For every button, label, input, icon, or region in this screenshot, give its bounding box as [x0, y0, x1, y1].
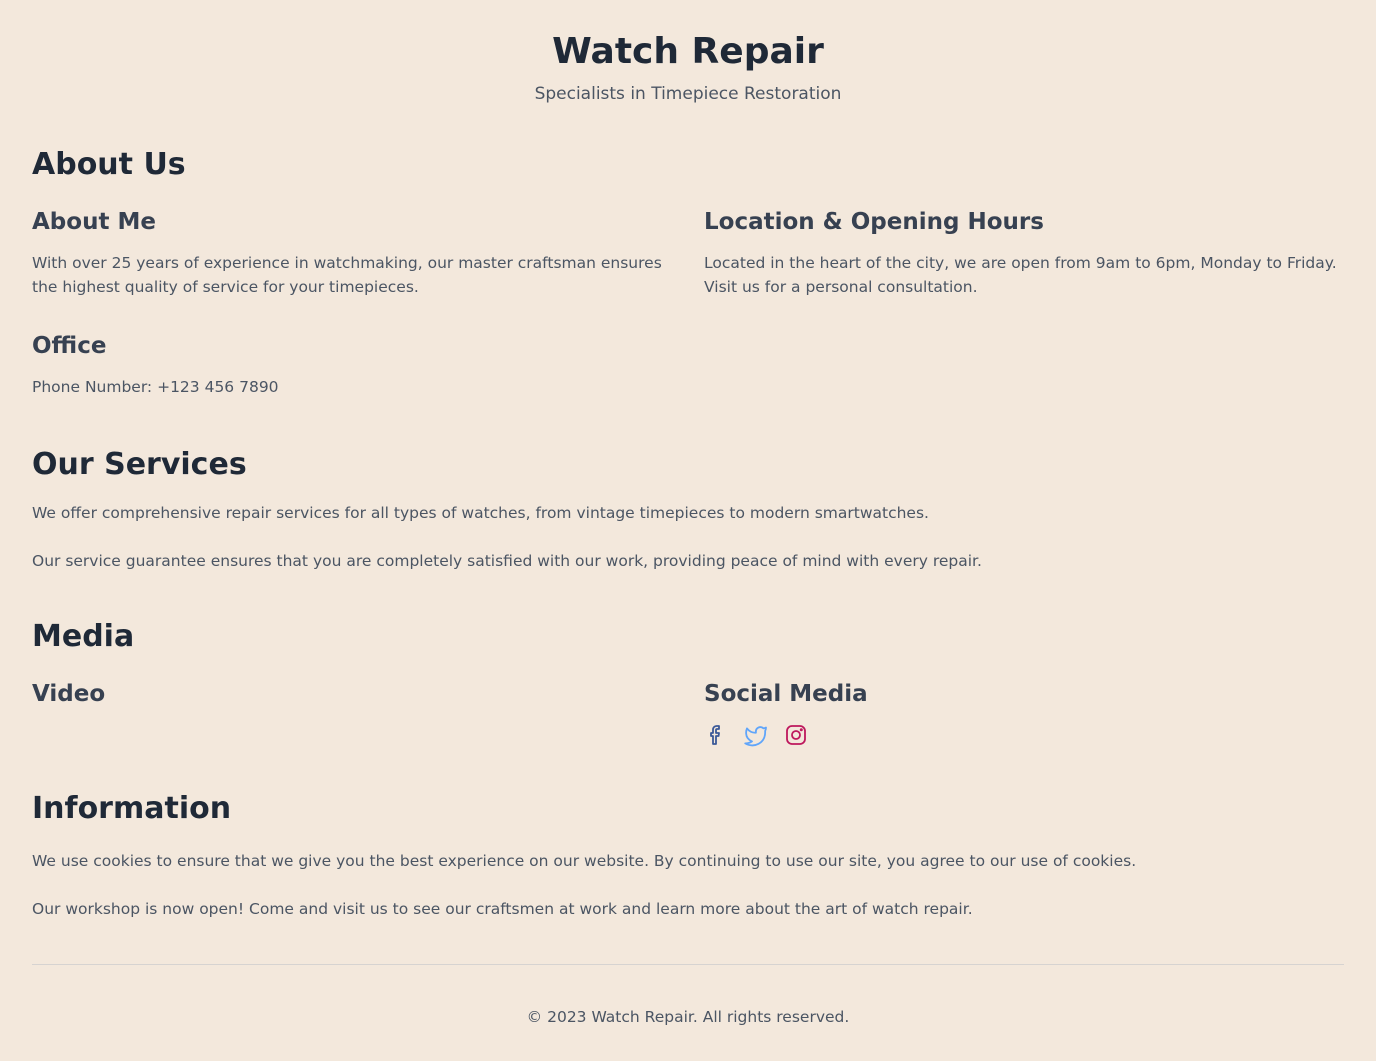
video-title: Video [32, 681, 106, 707]
facebook-icon[interactable] [704, 723, 728, 747]
site-header: Watch Repair Specialists in Timepiece Re… [32, 0, 1344, 106]
footer: © 2023 Watch Repair. All rights reserved… [32, 1005, 1344, 1029]
information-section: Information We use cookies to ensure tha… [32, 791, 1344, 921]
page: Watch Repair Specialists in Timepiece Re… [0, 0, 1376, 1061]
about-me-text: With over 25 years of experience in watc… [32, 254, 662, 296]
location-block: Location & Opening Hours Located in the … [704, 207, 1344, 299]
office-phone: Phone Number: +123 456 7890 [32, 378, 279, 396]
services-section: Our Services We offer comprehensive repa… [32, 447, 1344, 573]
footer-divider [32, 964, 1344, 965]
about-title: About Us [32, 147, 186, 182]
site-tagline: Specialists in Timepiece Restoration [534, 84, 842, 104]
social-icons [704, 723, 1344, 747]
location-text: Located in the heart of the city, we are… [704, 254, 1337, 296]
media-columns: Video Social Media [32, 679, 1344, 747]
social-media-block: Social Media [704, 679, 1344, 747]
office-block: Office Phone Number: +123 456 7890 [32, 331, 1344, 399]
about-me-block: About Me With over 25 years of experienc… [32, 207, 672, 299]
media-section: Media Video Social Media [32, 619, 1344, 747]
video-block: Video [32, 679, 672, 747]
services-paragraph-1: We offer comprehensive repair services f… [32, 504, 929, 522]
services-title: Our Services [32, 447, 247, 482]
twitter-icon[interactable] [744, 723, 768, 747]
media-title: Media [32, 619, 135, 654]
information-paragraph-2: Our workshop is now open! Come and visit… [32, 900, 973, 918]
instagram-icon[interactable] [784, 723, 808, 747]
location-title: Location & Opening Hours [704, 209, 1044, 235]
about-me-title: About Me [32, 209, 156, 235]
information-paragraph-1: We use cookies to ensure that we give yo… [32, 852, 1137, 870]
about-columns: About Me With over 25 years of experienc… [32, 207, 1344, 299]
social-media-title: Social Media [704, 681, 868, 707]
site-title: Watch Repair [552, 31, 824, 72]
information-title: Information [32, 791, 232, 826]
footer-copyright: © 2023 Watch Repair. All rights reserved… [526, 1008, 850, 1026]
services-paragraph-2: Our service guarantee ensures that you a… [32, 552, 982, 570]
office-title: Office [32, 333, 107, 359]
about-section: About Us About Me With over 25 years of … [32, 147, 1344, 399]
